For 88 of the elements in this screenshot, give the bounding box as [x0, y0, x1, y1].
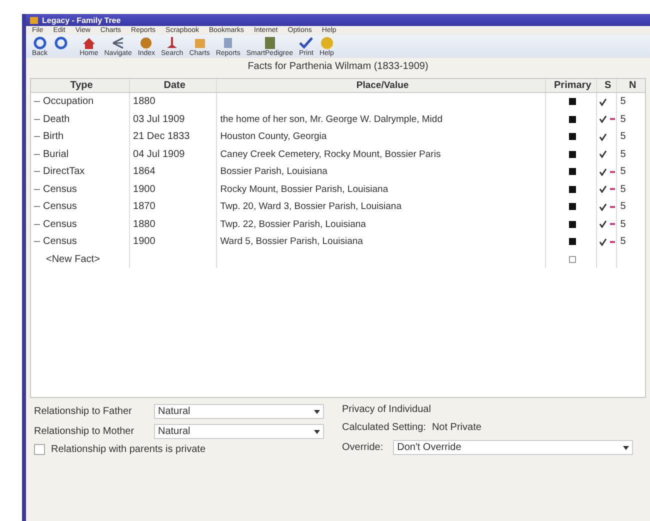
column-header[interactable]: Primary [546, 79, 598, 92]
fact-type[interactable]: Census [43, 236, 77, 248]
house-icon [82, 36, 96, 50]
note-count: 5 [620, 184, 626, 195]
dropdown-arrow-icon [623, 446, 630, 450]
column-header[interactable]: Date [130, 79, 218, 92]
help-icon [320, 36, 334, 50]
tree-line-icon [34, 188, 40, 190]
fact-type[interactable]: Census [43, 184, 77, 195]
check-icon [299, 36, 314, 50]
fact-place: Twp. 22, Bossier Parish, Louisiana [220, 218, 366, 230]
privacy-title: Privacy of Individual [342, 404, 432, 415]
fact-place: Bossier Parish, Louisiana [220, 166, 328, 178]
override-dropdown[interactable]: Don't Override [393, 440, 634, 455]
fact-place: Ward 5, Bossier Parish, Louisiana [220, 236, 363, 248]
primary-checkbox[interactable] [569, 150, 576, 158]
tree-line-icon [34, 118, 40, 120]
primary-checkbox[interactable] [569, 220, 576, 228]
note-count: 5 [620, 201, 626, 212]
fact-type[interactable]: Death [43, 114, 70, 125]
tree-line-icon [34, 206, 40, 208]
fact-place: Houston County, Georgia [220, 131, 327, 142]
column-header[interactable]: S [597, 79, 618, 92]
fact-place: the home of her son, Mr. George W. Dalrymple, Midd [220, 114, 442, 125]
fact-date: 03 Jul 1909 [133, 114, 185, 125]
fact-date: 1880 [133, 96, 156, 108]
primary-checkbox[interactable] [569, 133, 576, 140]
dropdown-arrow-icon [314, 430, 320, 434]
note-count: 5 [620, 148, 626, 160]
forward-icon [54, 36, 68, 50]
fact-row[interactable]: Burial 04 Jul 1909 Caney Creek Cemetery, Rocky Mount, Bossier Paris 5 [31, 146, 645, 163]
field-label: Override: [342, 442, 384, 453]
primary-checkbox[interactable] [569, 168, 576, 176]
fact-row[interactable]: Occupation 1880 5 [31, 93, 645, 110]
primary-checkbox[interactable] [569, 186, 576, 193]
relationship-dropdown[interactable]: Natural [154, 404, 324, 419]
fact-date: 1870 [133, 201, 156, 212]
fact-place: Caney Creek Cemetery, Rocky Mount, Bossier Paris [220, 148, 441, 160]
column-header[interactable]: N [617, 79, 645, 92]
fact-type[interactable]: Birth [43, 131, 64, 142]
fact-type[interactable]: Burial [43, 148, 69, 160]
note-count: 5 [620, 114, 626, 125]
fact-place: Twp. 20, Ward 3, Bossier Parish, Louisiana [220, 201, 402, 212]
fact-type[interactable]: Census [43, 201, 77, 212]
tree-line-icon [34, 136, 40, 138]
tree-line-icon [34, 171, 40, 172]
primary-checkbox[interactable] [569, 238, 576, 246]
tree-line-icon [34, 154, 40, 155]
field-label: Relationship to Father [34, 406, 133, 417]
fact-date: 1900 [133, 236, 156, 248]
fact-type[interactable]: DirectTax [43, 166, 85, 178]
column-header[interactable]: Place/Value [217, 79, 546, 92]
checkbox-label: Relationship with parents is private [51, 444, 206, 455]
fact-date: 1864 [133, 166, 156, 178]
note-count: 5 [620, 166, 626, 178]
primary-checkbox[interactable] [569, 98, 576, 106]
fact-date: 1880 [133, 218, 156, 230]
note-count: 5 [620, 236, 626, 248]
app-icon [30, 16, 38, 24]
fact-date: 1900 [133, 184, 156, 195]
fact-date: 04 Jul 1909 [133, 148, 185, 160]
fact-type[interactable]: Occupation [43, 96, 94, 108]
fact-type[interactable]: <New Fact> [34, 254, 100, 265]
fact-place: Rocky Mount, Bossier Parish, Louisiana [220, 184, 388, 195]
arrows-icon [111, 36, 126, 50]
fact-date: 21 Dec 1833 [133, 131, 190, 142]
privacy-value: Not Private [432, 422, 482, 433]
dropdown-arrow-icon [314, 410, 320, 414]
fact-row[interactable]: Birth 21 Dec 1833 Houston County, Georgia 5 [31, 128, 645, 146]
column-header[interactable]: Type [31, 79, 130, 92]
field-label: Relationship to Mother [34, 426, 136, 437]
note-count: 5 [620, 218, 626, 230]
primary-checkbox[interactable] [569, 203, 576, 210]
primary-checkbox[interactable] [569, 116, 576, 123]
back-icon [32, 36, 47, 50]
note-count: 5 [620, 96, 626, 108]
tree-line-icon [34, 101, 40, 102]
window-title: Legacy - Family Tree [42, 16, 121, 24]
facts-heading: Facts for Parthenia Wilmam (1833-1909) [246, 60, 430, 74]
note-count: 5 [620, 131, 626, 142]
tree-line-icon [34, 241, 40, 242]
primary-checkbox[interactable] [569, 256, 576, 263]
relationship-dropdown[interactable]: Natural [154, 424, 324, 439]
ball-icon [139, 36, 154, 50]
private-checkbox[interactable] [34, 444, 45, 455]
fact-type[interactable]: Census [43, 218, 77, 230]
field-label: Calculated Setting: [342, 422, 426, 433]
tree-line-icon [34, 224, 40, 225]
